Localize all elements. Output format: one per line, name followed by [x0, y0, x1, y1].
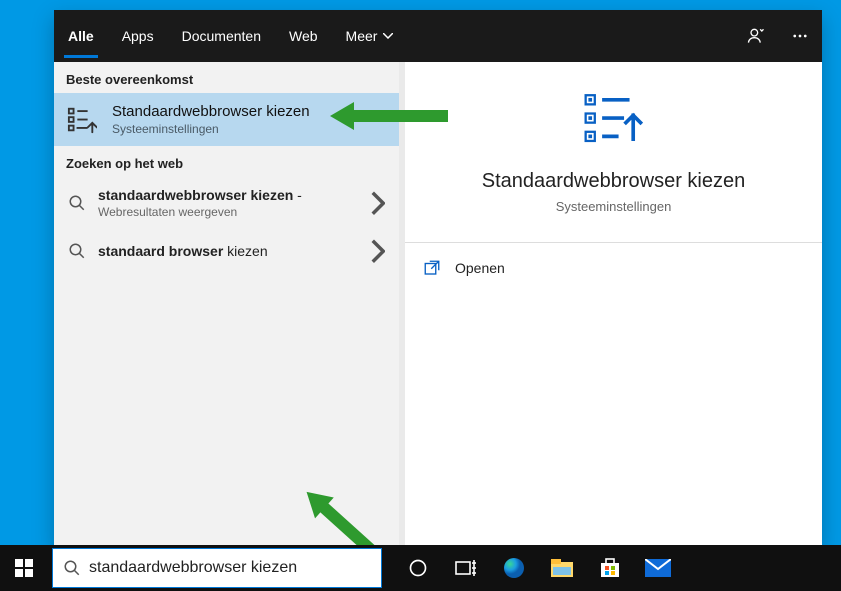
- section-web-search: Zoeken op het web: [54, 146, 399, 177]
- default-apps-icon: [66, 104, 98, 136]
- preview-title: Standaardwebbrowser kiezen: [482, 170, 746, 193]
- taskbar-search-input[interactable]: [89, 559, 371, 577]
- tab-documents[interactable]: Documenten: [168, 10, 275, 62]
- mail-app-icon[interactable]: [634, 545, 682, 591]
- best-match-result[interactable]: Standaardwebbrowser kiezen Systeeminstel…: [54, 93, 399, 146]
- feedback-icon[interactable]: [734, 10, 778, 62]
- taskbar: [0, 545, 841, 591]
- edge-app-icon[interactable]: [490, 545, 538, 591]
- file-explorer-icon[interactable]: [538, 545, 586, 591]
- preview-subtitle: Systeeminstellingen: [556, 199, 672, 214]
- results-column: Beste overeenkomst Standaardwebbrowser k…: [54, 62, 399, 546]
- search-topbar: Alle Apps Documenten Web Meer: [54, 10, 822, 62]
- chevron-right-icon: [371, 191, 385, 216]
- chevron-right-icon: [371, 239, 385, 264]
- web-result-2[interactable]: standaard browser kiezen: [54, 229, 399, 274]
- microsoft-store-icon[interactable]: [586, 545, 634, 591]
- search-body: Beste overeenkomst Standaardwebbrowser k…: [54, 62, 822, 546]
- open-icon: [423, 259, 441, 277]
- tab-web[interactable]: Web: [275, 10, 332, 62]
- cortana-button[interactable]: [394, 545, 442, 591]
- tab-all[interactable]: Alle: [54, 10, 108, 62]
- best-match-title: Standaardwebbrowser kiezen: [112, 103, 310, 120]
- search-icon: [63, 559, 81, 577]
- more-options-icon[interactable]: [778, 10, 822, 62]
- preview-icon: [582, 90, 646, 148]
- chevron-down-icon: [383, 33, 393, 39]
- tab-more[interactable]: Meer: [332, 10, 408, 62]
- search-icon: [68, 242, 86, 260]
- search-icon: [68, 194, 86, 212]
- task-view-button[interactable]: [442, 545, 490, 591]
- start-button[interactable]: [0, 545, 48, 591]
- tab-apps[interactable]: Apps: [108, 10, 168, 62]
- web-result-1[interactable]: standaardwebbrowser kiezen - Webresultat…: [54, 177, 399, 229]
- best-match-subtitle: Systeeminstellingen: [112, 122, 310, 136]
- preview-pane: Standaardwebbrowser kiezen Systeeminstel…: [405, 62, 822, 546]
- open-action[interactable]: Openen: [405, 243, 822, 293]
- taskbar-search-box[interactable]: [52, 548, 382, 588]
- section-best-match: Beste overeenkomst: [54, 62, 399, 93]
- search-panel: Alle Apps Documenten Web Meer Beste over…: [54, 10, 822, 546]
